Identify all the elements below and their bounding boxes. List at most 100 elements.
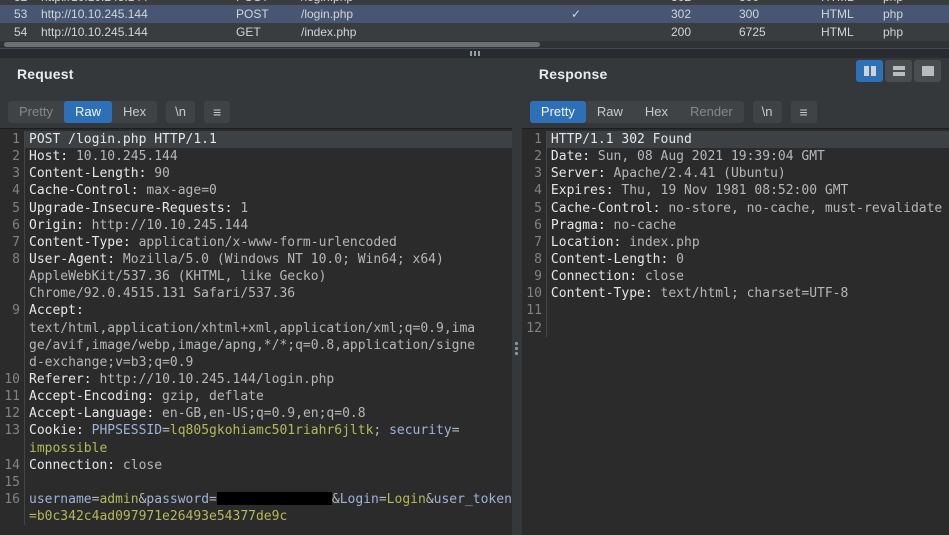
line-number: 7: [0, 234, 25, 251]
editor-line: 10Referer: http://10.10.245.144/login.ph…: [0, 371, 512, 388]
editor-line: 16username=admin&password=&Login=Login&u…: [0, 491, 512, 508]
request-newline-toggle[interactable]: \n: [166, 101, 195, 123]
editor-line: 7Location: index.php: [522, 234, 949, 251]
line-number: [0, 337, 25, 354]
line-number: 3: [522, 165, 547, 182]
request-tab-hex[interactable]: Hex: [112, 101, 157, 123]
request-editor[interactable]: 1POST /login.php HTTP/1.12Host: 10.10.24…: [0, 128, 512, 535]
response-tab-hex[interactable]: Hex: [634, 101, 679, 123]
line-number: [0, 354, 25, 371]
editor-line: 1POST /login.php HTTP/1.1: [0, 131, 512, 148]
redacted-password-box: [217, 492, 332, 505]
editor-line: 12: [522, 320, 949, 337]
editor-line: 5Cache-Control: no-store, no-cache, must…: [522, 200, 949, 217]
response-tab-render[interactable]: Render: [679, 101, 744, 123]
rows-layout-button[interactable]: [885, 60, 912, 82]
editor-line: 3Content-Length: 90: [0, 165, 512, 182]
line-number: 16: [0, 491, 25, 508]
editor-line: 14Connection: close: [0, 457, 512, 474]
line-number: 7: [522, 234, 547, 251]
editor-line: 2Date: Sun, 08 Aug 2021 19:39:04 GMT: [522, 148, 949, 165]
layout-switcher: [856, 60, 941, 82]
line-number: [0, 440, 25, 457]
editor-line: 15: [0, 474, 512, 491]
line-number: 9: [0, 302, 25, 319]
response-tab-pretty[interactable]: Pretty: [530, 101, 586, 123]
editor-line: 13Cookie: PHPSESSID=lq805gkohiamc501riah…: [0, 422, 512, 439]
vertical-splitter-grip-icon: [515, 342, 518, 355]
editor-line: AppleWebKit/537.36 (KHTML, like Gecko): [0, 268, 512, 285]
editor-line: 5Upgrade-Insecure-Requests: 1: [0, 200, 512, 217]
table-row[interactable]: 52http://10.10.245.144POST/login.php3023…: [0, 0, 949, 5]
message-editor-area: Request PrettyRawHex \n ≡ 1POST /login.p…: [0, 58, 949, 535]
vertical-splitter[interactable]: [512, 58, 522, 535]
editor-line: Chrome/92.0.4515.131 Safari/537.36: [0, 285, 512, 302]
line-number: 5: [522, 200, 547, 217]
editor-line: 6Pragma: no-cache: [522, 217, 949, 234]
request-panel: Request PrettyRawHex \n ≡ 1POST /login.p…: [0, 58, 512, 535]
response-menu-icon[interactable]: ≡: [791, 101, 817, 123]
http-history-table: 52http://10.10.245.144POST/login.php3023…: [0, 0, 949, 41]
line-number: 10: [0, 371, 25, 388]
line-number: [0, 285, 25, 302]
editor-line: 2Host: 10.10.245.144: [0, 148, 512, 165]
single-layout-icon: [922, 66, 934, 76]
request-view-tabs: PrettyRawHex: [8, 101, 157, 123]
table-row[interactable]: 53http://10.10.245.144POST/login.php✓302…: [0, 5, 949, 23]
line-number: 11: [522, 302, 547, 319]
line-number: 3: [0, 165, 25, 182]
editor-line: text/html,application/xhtml+xml,applicat…: [0, 320, 512, 337]
editor-line: =b0c342c4ad097971e26493e54377de9c: [0, 508, 512, 525]
editor-line: 6Origin: http://10.10.245.144: [0, 217, 512, 234]
line-number: 6: [522, 217, 547, 234]
columns-layout-icon: [864, 66, 876, 76]
response-panel: Response PrettyRawHexRender \n ≡ 1HTTP/1…: [522, 58, 949, 535]
columns-layout-button[interactable]: [856, 60, 883, 82]
editor-line: d-exchange;v=b3;q=0.9: [0, 354, 512, 371]
history-hscrollbar-track[interactable]: [0, 41, 949, 48]
line-number: [0, 320, 25, 337]
line-number: 10: [522, 285, 547, 302]
line-number: 8: [0, 251, 25, 268]
editor-line: 8User-Agent: Mozilla/5.0 (Windows NT 10.…: [0, 251, 512, 268]
line-number: 15: [0, 474, 25, 491]
editor-line: 12Accept-Language: en-GB,en-US;q=0.9,en;…: [0, 405, 512, 422]
editor-line: 10Content-Type: text/html; charset=UTF-8: [522, 285, 949, 302]
line-number: [0, 268, 25, 285]
request-panel-header: Request PrettyRawHex \n ≡: [0, 58, 512, 128]
line-number: 12: [522, 320, 547, 337]
response-tabbar: PrettyRawHexRender \n ≡: [530, 101, 817, 123]
editor-line: 11Accept-Encoding: gzip, deflate: [0, 388, 512, 405]
response-editor[interactable]: 1HTTP/1.1 302 Found2Date: Sun, 08 Aug 20…: [522, 128, 949, 535]
editor-line: ge/avif,image/webp,image/apng,*/*;q=0.8,…: [0, 337, 512, 354]
line-number: 8: [522, 251, 547, 268]
editor-line: 4Expires: Thu, 19 Nov 1981 08:52:00 GMT: [522, 182, 949, 199]
request-tab-raw[interactable]: Raw: [64, 101, 112, 123]
request-title: Request: [17, 66, 512, 82]
response-view-tabs: PrettyRawHexRender: [530, 101, 744, 123]
editor-line: 9Accept:: [0, 302, 512, 319]
request-tabbar: PrettyRawHex \n ≡: [8, 101, 230, 123]
line-number: 6: [0, 217, 25, 234]
line-number: 13: [0, 422, 25, 439]
request-tab-pretty[interactable]: Pretty: [8, 101, 64, 123]
line-number: 12: [0, 405, 25, 422]
line-number: [0, 508, 25, 525]
history-row-clipped[interactable]: 52http://10.10.245.144POST/login.php3023…: [0, 0, 949, 5]
editor-line: 7Content-Type: application/x-www-form-ur…: [0, 234, 512, 251]
horizontal-splitter[interactable]: [0, 48, 949, 58]
editor-line: 3Server: Apache/2.4.41 (Ubuntu): [522, 165, 949, 182]
single-layout-button[interactable]: [914, 60, 941, 82]
response-newline-toggle[interactable]: \n: [753, 101, 782, 123]
request-menu-icon[interactable]: ≡: [204, 101, 230, 123]
history-hscrollbar-handle[interactable]: [4, 42, 540, 47]
line-number: 11: [0, 388, 25, 405]
line-number: 5: [0, 200, 25, 217]
rows-layout-icon: [893, 66, 905, 76]
response-tab-raw[interactable]: Raw: [586, 101, 634, 123]
splitter-grip-icon: [470, 51, 480, 56]
editor-line: 11: [522, 302, 949, 319]
line-number: 2: [522, 148, 547, 165]
table-row[interactable]: 54http://10.10.245.144GET/index.php20067…: [0, 23, 949, 41]
line-number: 14: [0, 457, 25, 474]
